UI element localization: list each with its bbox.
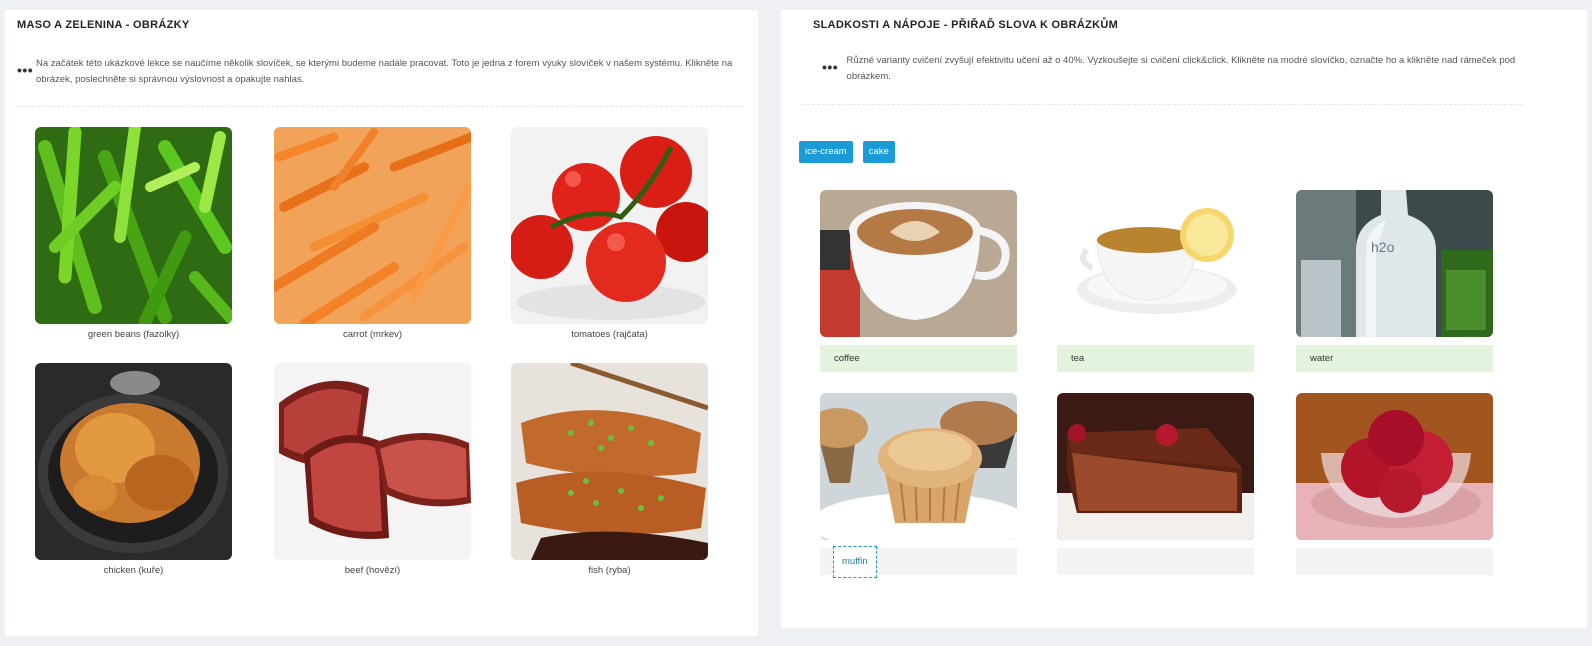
answer-box[interactable]: water <box>1296 345 1493 372</box>
vocabulary-panel-meat-vegetables: MASO A ZELENINA - OBRÁZKY ••• Na začátek… <box>5 10 758 636</box>
answer-box[interactable] <box>1057 548 1254 575</box>
more-dots-icon[interactable]: ••• <box>17 56 36 77</box>
beef-photo <box>274 363 471 560</box>
exercise-panel-sweets-drinks: SLADKOSTI A NÁPOJE - PŘIŘAĎ SLOVA K OBRÁ… <box>781 10 1587 628</box>
vocab-caption: fish (ryba) <box>588 565 631 576</box>
vocab-caption: green beans (fazolky) <box>87 329 180 340</box>
answer-box[interactable]: tea <box>1057 345 1254 372</box>
muffin-photo <box>820 393 1017 540</box>
more-dots-icon[interactable]: ••• <box>822 53 847 74</box>
vocab-item-chicken[interactable]: chicken (kuře) <box>35 363 232 576</box>
chicken-photo <box>35 363 232 560</box>
tomatoes-image[interactable] <box>511 127 708 324</box>
ice-cream-photo <box>1296 393 1493 540</box>
lesson-intro: ••• Na začátek této ukázkové lekce se na… <box>17 56 743 88</box>
chicken-image[interactable] <box>35 363 232 560</box>
muffin-image <box>820 393 1017 540</box>
ice-cream-image <box>1296 393 1493 540</box>
coffee-image <box>820 190 1017 337</box>
divider <box>17 106 743 107</box>
answer-box[interactable]: coffee <box>820 345 1017 372</box>
beef-image[interactable] <box>274 363 471 560</box>
answer-box[interactable] <box>1296 548 1493 575</box>
fish-image[interactable] <box>511 363 708 560</box>
cake-image <box>1057 393 1254 540</box>
word-chip-ice-cream[interactable]: ice-cream <box>799 141 853 163</box>
intro-text: Na začátek této ukázkové lekce se naučím… <box>36 58 733 85</box>
intro-text: Různé varianty cvičení zvyšují efektivit… <box>846 55 1516 82</box>
tea-image <box>1057 190 1254 337</box>
match-item-cake <box>1057 393 1254 575</box>
panel-title: MASO A ZELENINA - OBRÁZKY <box>17 19 190 31</box>
exercise-intro: ••• Různé varianty cvičení zvyšují efekt… <box>822 53 1522 85</box>
green-beans-image[interactable] <box>35 127 232 324</box>
vocab-item-green-beans[interactable]: green beans (fazolky) <box>35 127 232 340</box>
vocab-caption: beef (hovězí) <box>344 565 401 576</box>
carrot-photo <box>274 127 471 324</box>
water-image: h2o <box>1296 190 1493 337</box>
word-chip-cake[interactable]: cake <box>862 141 895 163</box>
green-beans-photo <box>35 127 232 324</box>
coffee-photo <box>820 190 1017 337</box>
tomatoes-photo <box>511 127 708 324</box>
match-item-ice-cream <box>1296 393 1493 575</box>
match-item-coffee: coffee <box>820 190 1017 372</box>
vocab-item-tomatoes[interactable]: tomatoes (rajčata) <box>511 127 708 340</box>
water-photo: h2o <box>1296 190 1493 337</box>
vocab-caption: carrot (mrkev) <box>342 329 403 340</box>
carrot-image[interactable] <box>274 127 471 324</box>
fish-photo <box>511 363 708 560</box>
vocab-item-fish[interactable]: fish (ryba) <box>511 363 708 576</box>
match-item-water: h2o water <box>1296 190 1493 372</box>
panel-title: SLADKOSTI A NÁPOJE - PŘIŘAĎ SLOVA K OBRÁ… <box>813 19 1119 31</box>
svg-text:h2o: h2o <box>1371 239 1395 255</box>
vocab-caption: chicken (kuře) <box>103 565 164 576</box>
divider <box>802 104 1522 105</box>
word-bank: ice-cream cake <box>799 141 895 163</box>
answer-box[interactable]: muffin <box>820 546 1017 578</box>
match-item-muffin: muffin <box>820 393 1017 578</box>
vocab-caption: tomatoes (rajčata) <box>571 329 648 340</box>
cake-photo <box>1057 393 1254 540</box>
vocab-item-carrot[interactable]: carrot (mrkev) <box>274 127 471 340</box>
match-item-tea: tea <box>1057 190 1254 372</box>
tea-photo <box>1057 190 1254 337</box>
placed-word-muffin[interactable]: muffin <box>833 546 877 578</box>
vocab-item-beef[interactable]: beef (hovězí) <box>274 363 471 576</box>
